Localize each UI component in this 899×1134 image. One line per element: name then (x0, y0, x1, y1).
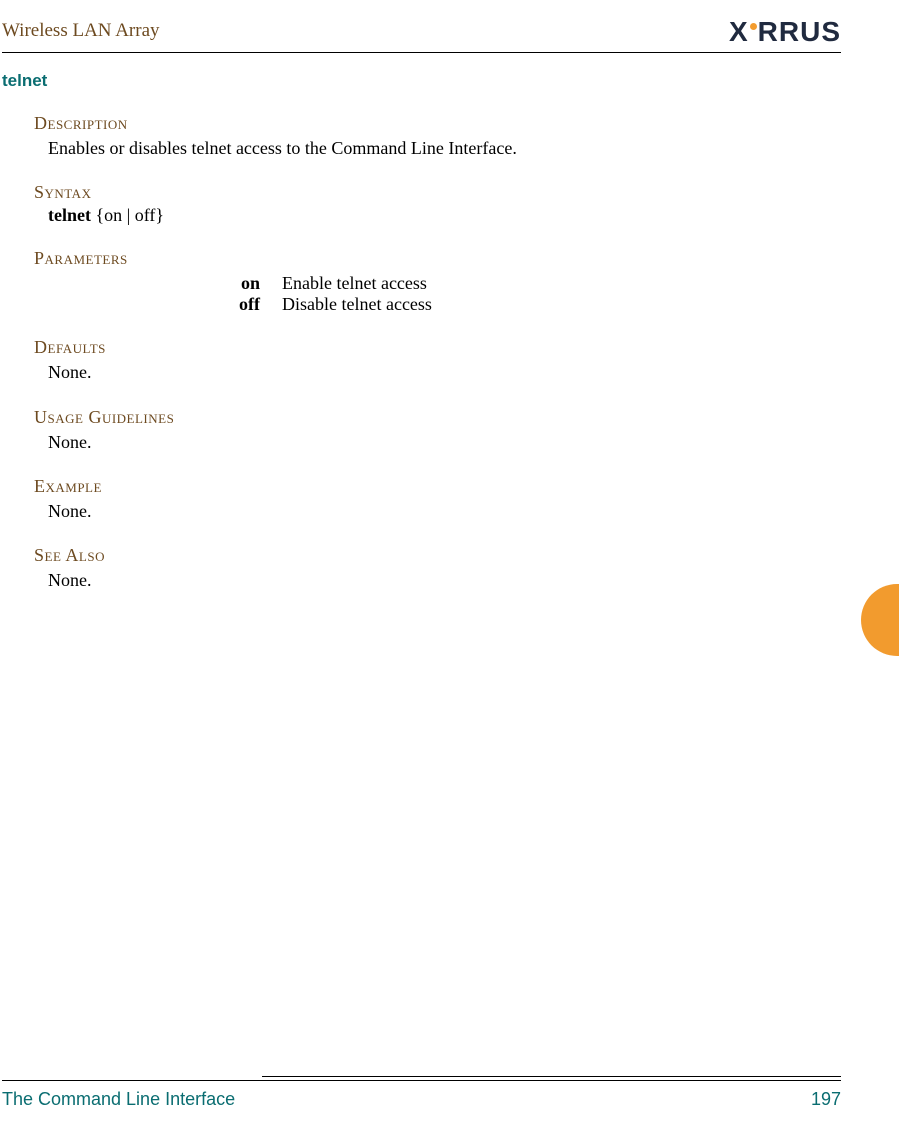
syntax-args: {on | off} (91, 205, 164, 225)
logo-text-right: RRUS (758, 18, 841, 46)
document-title: Wireless LAN Array (2, 20, 160, 46)
parameter-name: off (222, 294, 282, 315)
header-divider (2, 52, 841, 53)
syntax-text: telnet {on | off} (34, 205, 809, 226)
command-content: Description Enables or disables telnet a… (0, 113, 899, 592)
logo-text-left: X (729, 18, 749, 46)
description-heading: Description (34, 113, 809, 134)
usage-heading: Usage Guidelines (34, 407, 809, 428)
page-footer: The Command Line Interface 197 (2, 1076, 841, 1110)
example-heading: Example (34, 476, 809, 497)
logo-dot-icon (750, 23, 757, 30)
brand-logo: X RRUS (729, 18, 841, 46)
page-thumb-tab (861, 584, 899, 656)
page-header: Wireless LAN Array X RRUS (0, 18, 899, 52)
parameters-block: Parameters on Enable telnet access off D… (34, 248, 809, 315)
footer-page-number: 197 (811, 1089, 841, 1110)
parameter-name: on (222, 273, 282, 294)
description-block: Description Enables or disables telnet a… (34, 113, 809, 160)
seealso-text: None. (34, 568, 809, 592)
command-name: telnet (2, 71, 899, 91)
page: Wireless LAN Array X RRUS telnet Descrip… (0, 0, 899, 1134)
usage-block: Usage Guidelines None. (34, 407, 809, 454)
syntax-heading: Syntax (34, 182, 809, 203)
example-block: Example None. (34, 476, 809, 523)
syntax-command: telnet (48, 205, 91, 225)
footer-section-name: The Command Line Interface (2, 1089, 235, 1110)
syntax-block: Syntax telnet {on | off} (34, 182, 809, 226)
usage-text: None. (34, 430, 809, 454)
xirrus-logo: X RRUS (729, 18, 841, 46)
seealso-heading: See Also (34, 545, 809, 566)
example-text: None. (34, 499, 809, 523)
parameter-description: Enable telnet access (282, 273, 809, 294)
parameter-description: Disable telnet access (282, 294, 809, 315)
defaults-heading: Defaults (34, 337, 809, 358)
description-text: Enables or disables telnet access to the… (34, 136, 809, 160)
parameter-row: on Enable telnet access (222, 273, 809, 294)
footer-divider-thick (2, 1080, 841, 1081)
defaults-block: Defaults None. (34, 337, 809, 384)
defaults-text: None. (34, 360, 809, 384)
footer-divider-thin (262, 1076, 841, 1077)
seealso-block: See Also None. (34, 545, 809, 592)
footer-row: The Command Line Interface 197 (2, 1089, 841, 1110)
parameters-table: on Enable telnet access off Disable teln… (34, 273, 809, 315)
parameter-row: off Disable telnet access (222, 294, 809, 315)
parameters-heading: Parameters (34, 248, 809, 269)
